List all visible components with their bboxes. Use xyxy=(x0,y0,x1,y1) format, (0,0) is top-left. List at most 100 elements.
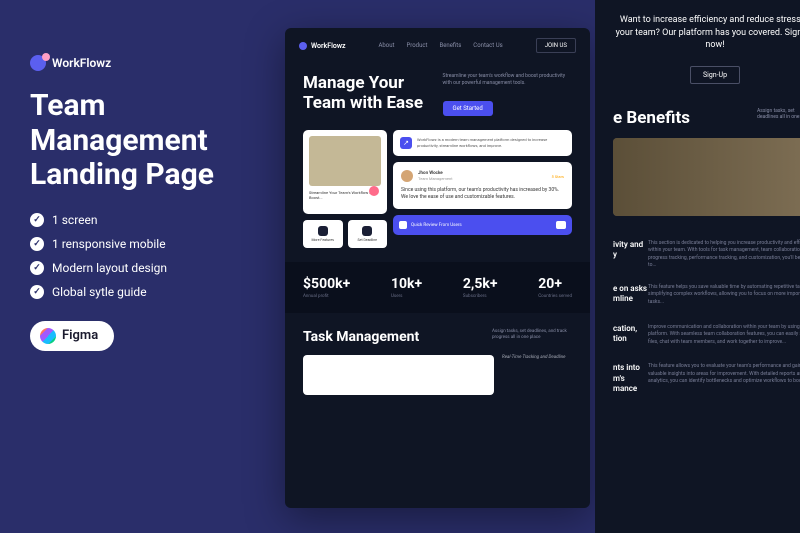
hero-sub-col: Streamline your team's workflow and boos… xyxy=(443,73,573,116)
block-title: e on asks mline xyxy=(613,284,648,305)
block-text: This feature helps you save valuable tim… xyxy=(648,284,800,307)
feature-text: Modern layout design xyxy=(52,261,167,275)
feature-text: 1 screen xyxy=(52,213,98,227)
review-card[interactable]: Quick Review From Users xyxy=(393,215,572,235)
task-section: Task Management Assign tasks, set deadli… xyxy=(285,313,590,395)
task-subtitle: Assign tasks, set deadlines, and track p… xyxy=(492,329,572,345)
set-deadline-card[interactable]: Set Deadline xyxy=(348,220,388,248)
folder-icon xyxy=(556,221,566,229)
check-icon: ✓ xyxy=(30,285,44,299)
card-col-1: Streamline Your Team's Workflow and Boos… xyxy=(303,130,387,248)
testimonial-role: Team Management xyxy=(418,176,453,181)
stat-value: $500k+ xyxy=(303,276,350,292)
stat-value: 2,5k+ xyxy=(463,276,498,292)
nav-item[interactable]: Contact Us xyxy=(473,42,502,49)
stat-label: Countries served xyxy=(538,294,572,299)
figma-button[interactable]: Figma xyxy=(30,321,114,351)
benefits-subtitle: Assign tasks, set deadlines all in one p… xyxy=(757,108,800,121)
small-cards-row: More Features Set Deadline xyxy=(303,220,387,248)
figma-icon xyxy=(40,328,56,344)
task-panel: Real-Time Tracking and Deadline xyxy=(303,355,572,395)
workflowz-text: WorkFlowz is a modern team management pl… xyxy=(417,137,565,149)
list-item: ✓ 1 rensponsive mobile xyxy=(30,237,260,251)
mockup-2: Want to increase efficiency and reduce s… xyxy=(595,0,800,533)
arrow-icon: ↗ xyxy=(400,137,412,149)
benefits-section: e Benefits Assign tasks, set deadlines a… xyxy=(595,98,800,240)
stat-label: Subscribers xyxy=(463,294,498,299)
block-title: ivity and y xyxy=(613,240,648,261)
benefits-image xyxy=(613,138,800,216)
cta-text: Want to increase efficiency and reduce s… xyxy=(613,14,800,52)
feature-block: e on asks mline This feature helps you s… xyxy=(595,284,800,324)
feature-block: cation, tion Improve communication and c… xyxy=(595,324,800,364)
avatar xyxy=(401,170,413,182)
stat-item: $500k+ Annual profit xyxy=(303,276,350,299)
stat-item: 2,5k+ Subscribers xyxy=(463,276,498,299)
nav-item[interactable]: About xyxy=(379,42,395,49)
mock-nav: About Product Benefits Contact Us xyxy=(379,42,503,49)
block-text: This feature allows you to evaluate your… xyxy=(648,363,800,386)
stat-value: 20+ xyxy=(538,276,572,292)
block-text: Improve communication and collaboration … xyxy=(648,324,800,347)
more-features-card[interactable]: More Features xyxy=(303,220,343,248)
nav-item[interactable]: Product xyxy=(407,42,428,49)
block-title: cation, tion xyxy=(613,324,648,345)
testimonial-card: Jhon Wocke Team Management 5 Stars Since… xyxy=(393,162,572,209)
accent-dot xyxy=(369,186,379,196)
hero-subtitle: Streamline your team's workflow and boos… xyxy=(443,73,573,87)
card-col-2: ↗ WorkFlowz is a modern team management … xyxy=(393,130,572,248)
stat-label: Annual profit xyxy=(303,294,350,299)
hero-title: Manage Your Team with Ease xyxy=(303,73,433,116)
hero-section: Manage Your Team with Ease Streamline yo… xyxy=(285,63,590,130)
deadline-icon xyxy=(362,226,372,236)
block-text: This section is dedicated to helping you… xyxy=(648,240,800,270)
task-header: Task Management Assign tasks, set deadli… xyxy=(303,329,572,345)
image-card: Streamline Your Team's Workflow and Boos… xyxy=(303,130,387,214)
task-chart xyxy=(303,355,494,395)
review-text: Quick Review From Users xyxy=(411,223,462,228)
check-icon: ✓ xyxy=(30,261,44,275)
list-item: ✓ Global sytle guide xyxy=(30,285,260,299)
signup-button[interactable]: Sign-Up xyxy=(690,66,740,84)
mock-header: WorkFlowz About Product Benefits Contact… xyxy=(285,28,590,63)
stats-section: $500k+ Annual profit 10k+Users 2,5k+ Subsc… xyxy=(285,262,590,313)
benefits-title: e Benefits xyxy=(613,108,690,128)
feature-block: nts into m's mance This feature allows y… xyxy=(595,363,800,413)
logo-icon xyxy=(299,42,307,50)
stat-label: Users xyxy=(391,294,422,299)
feature-list: ✓ 1 screen ✓ 1 rensponsive mobile ✓ Modern … xyxy=(30,213,260,299)
review-icon xyxy=(399,221,407,229)
check-icon: ✓ xyxy=(30,237,44,251)
cta-section: Want to increase efficiency and reduce s… xyxy=(595,0,800,98)
list-item: ✓ Modern layout design xyxy=(30,261,260,275)
feature-block: ivity and y This section is dedicated to… xyxy=(595,240,800,284)
features-icon xyxy=(318,226,328,236)
feature-text: 1 rensponsive mobile xyxy=(52,237,166,251)
feature-text: Global sytle guide xyxy=(52,285,147,299)
figma-label: Figma xyxy=(62,328,98,343)
stat-item: 10k+Users xyxy=(391,276,422,299)
testimonial-header: Jhon Wocke Team Management 5 Stars xyxy=(401,170,564,182)
logo-text: WorkFlowz xyxy=(311,42,346,50)
team-image xyxy=(309,136,381,186)
card-grid: Streamline Your Team's Workflow and Boos… xyxy=(285,130,590,262)
brand-name: WorkFlowz xyxy=(52,56,111,70)
benefits-header: e Benefits Assign tasks, set deadlines a… xyxy=(613,108,800,128)
task-side: Real-Time Tracking and Deadline xyxy=(502,355,572,395)
review-left: Quick Review From Users xyxy=(399,221,462,229)
mock-logo: WorkFlowz xyxy=(299,42,346,50)
task-title: Task Management xyxy=(303,329,419,345)
block-title: nts into m's mance xyxy=(613,363,648,394)
join-button[interactable]: JOIN US xyxy=(536,38,576,53)
nav-item[interactable]: Benefits xyxy=(439,42,461,49)
stat-item: 20+ Countries served xyxy=(538,276,572,299)
workflowz-card: ↗ WorkFlowz is a modern team management … xyxy=(393,130,572,156)
star-rating: 5 Stars xyxy=(551,174,564,179)
page-title: Team Management Landing Page xyxy=(30,89,260,193)
card-label: More Features xyxy=(312,238,334,242)
brand: WorkFlowz xyxy=(30,55,260,71)
mockup-1: WorkFlowz About Product Benefits Contact… xyxy=(285,28,590,508)
card-label: Set Deadline xyxy=(358,238,377,242)
task-side-text: Real-Time Tracking and Deadline xyxy=(502,355,572,361)
get-started-button[interactable]: Get Started xyxy=(443,101,493,116)
